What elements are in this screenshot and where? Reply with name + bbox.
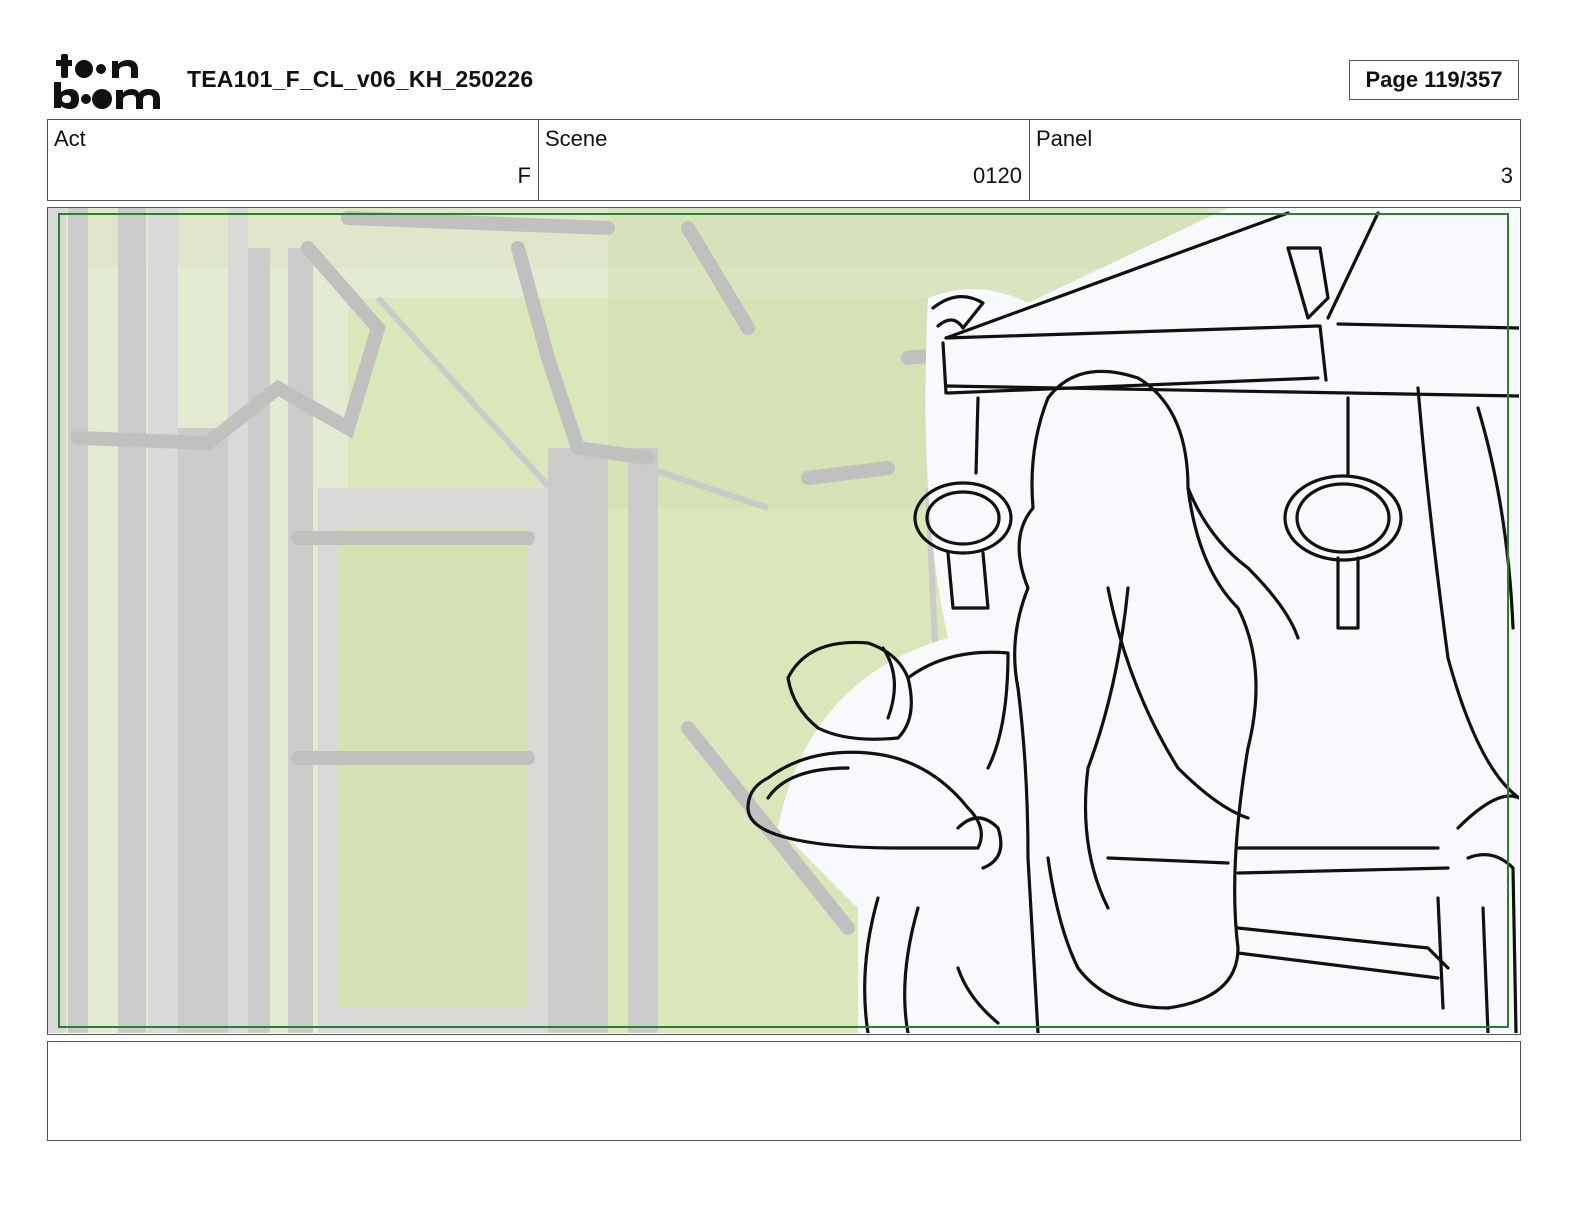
panel-drawing [48, 208, 1519, 1033]
page-indicator: Page 119/357 [1349, 60, 1519, 100]
act-cell: Act F [48, 120, 539, 200]
toonboom-logo [54, 54, 160, 109]
storyboard-panel [47, 207, 1521, 1035]
act-value: F [517, 163, 531, 188]
scene-label: Scene [545, 126, 608, 151]
scene-value: 0120 [973, 163, 1022, 188]
panel-cell: Panel 3 [1030, 120, 1520, 200]
scene-cell: Scene 0120 [539, 120, 1030, 200]
panel-label: Panel [1036, 126, 1093, 151]
panel-value: 3 [1500, 163, 1513, 188]
act-label: Act [54, 126, 86, 151]
document-title: TEA101_F_CL_v06_KH_250226 [187, 66, 534, 92]
shot-info-row: Act F Scene 0120 Panel 3 [47, 119, 1521, 201]
panel-notes-box[interactable] [47, 1041, 1521, 1141]
